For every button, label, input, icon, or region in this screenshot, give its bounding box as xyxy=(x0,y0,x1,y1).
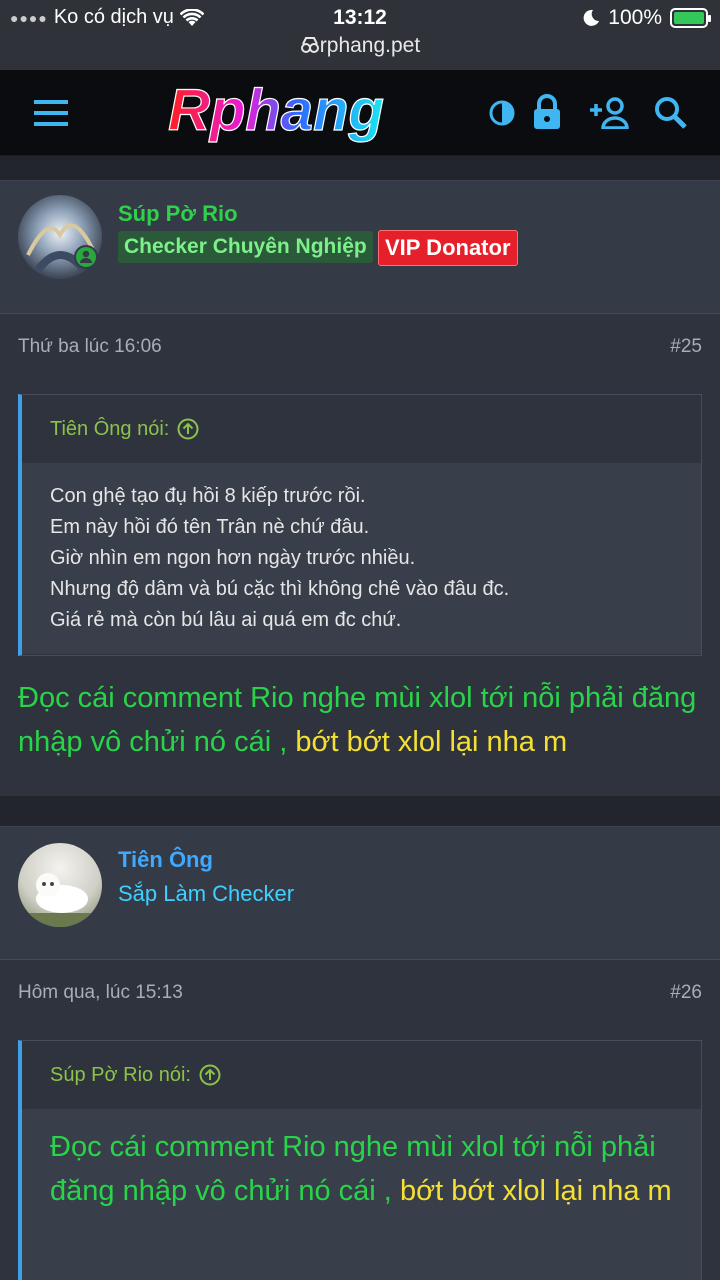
post-message: Đọc cái comment Rio nghe mùi xlol tới nỗ… xyxy=(0,656,720,784)
search-icon[interactable] xyxy=(654,96,688,130)
quote-author: Súp Pờ Rio nói: xyxy=(50,1063,191,1086)
quote-block: Tiên Ông nói: Con ghệ tạo đụ hồi 8 kiếp … xyxy=(18,394,702,656)
url-bar[interactable]: rphang.pet xyxy=(0,34,720,58)
post-date[interactable]: Thứ ba lúc 16:06 xyxy=(18,336,162,358)
quote-header[interactable]: Tiên Ông nói: xyxy=(22,395,701,463)
menu-icon[interactable] xyxy=(34,100,70,126)
quote-header[interactable]: Súp Pờ Rio nói: xyxy=(22,1041,701,1109)
url-text: rphang.pet xyxy=(319,34,421,57)
post-meta: Thứ ba lúc 16:06 #25 xyxy=(0,314,720,394)
post-number[interactable]: #25 xyxy=(670,336,702,358)
moon-icon xyxy=(583,9,600,26)
quote-line: Nhưng độ dâm và bú cặc thì không chê vào… xyxy=(50,578,510,600)
site-navbar: Rphang xyxy=(0,70,720,156)
vip-badge: VIP Donator xyxy=(378,230,518,266)
user-title: Sắp Làm Checker xyxy=(118,881,295,906)
login-lock-icon[interactable] xyxy=(532,94,562,130)
lock-icon xyxy=(300,37,319,53)
quote-line: Em này hồi đó tên Trân nè chứ đâu. xyxy=(50,516,370,538)
status-bar: ●●●● Ko có dịch vụ 13:12 100% rphang.pet xyxy=(0,0,720,70)
quote-author: Tiên Ông nói: xyxy=(50,417,170,440)
quote-line: Giá rẻ mà còn bú lâu ai quá em đc chứ. xyxy=(50,609,402,631)
arrow-up-circle-icon xyxy=(177,418,199,440)
post-26: Tiên Ông Sắp Làm Checker Hôm qua, lúc 15… xyxy=(0,826,720,1280)
quote-content: Đọc cái comment Rio nghe mùi xlol tới nỗ… xyxy=(22,1109,701,1280)
spacer xyxy=(0,796,720,826)
post-25: Súp Pờ Rio Checker Chuyên Nghiệp VIP Don… xyxy=(0,180,720,796)
spacer xyxy=(0,156,720,180)
post-meta: Hôm qua, lúc 15:13 #26 xyxy=(0,960,720,1040)
svg-text:Rphang: Rphang xyxy=(168,80,384,143)
battery-percent: 100% xyxy=(608,6,662,29)
username[interactable]: Tiên Ông xyxy=(118,847,213,873)
quote-yellow-text: bớt bớt xlol lại nha m xyxy=(399,1175,672,1207)
username[interactable]: Súp Pờ Rio xyxy=(118,201,238,227)
message-yellow-text: bớt bớt xlol lại nha m xyxy=(295,726,568,758)
post-date[interactable]: Hôm qua, lúc 15:13 xyxy=(18,982,183,1004)
battery-icon xyxy=(670,8,711,28)
register-icon[interactable] xyxy=(588,97,630,129)
avatar[interactable] xyxy=(18,843,102,927)
post-number[interactable]: #26 xyxy=(670,982,702,1004)
online-status-icon xyxy=(74,245,98,269)
user-header: Tiên Ông Sắp Làm Checker xyxy=(0,826,720,960)
quote-content: Con ghệ tạo đụ hồi 8 kiếp trước rồi. Em … xyxy=(22,463,701,654)
quote-block: Súp Pờ Rio nói: Đọc cái comment Rio nghe… xyxy=(18,1040,702,1280)
user-title-badge: Checker Chuyên Nghiệp xyxy=(118,231,373,263)
theme-toggle-icon[interactable] xyxy=(489,100,515,126)
quote-line: Con ghệ tạo đụ hồi 8 kiếp trước rồi. xyxy=(50,485,366,507)
site-logo[interactable]: Rphang xyxy=(110,80,442,144)
arrow-up-circle-icon xyxy=(199,1064,221,1086)
quote-line: Giờ nhìn em ngon hơn ngày trước nhiều. xyxy=(50,547,416,569)
user-header: Súp Pờ Rio Checker Chuyên Nghiệp VIP Don… xyxy=(0,180,720,314)
